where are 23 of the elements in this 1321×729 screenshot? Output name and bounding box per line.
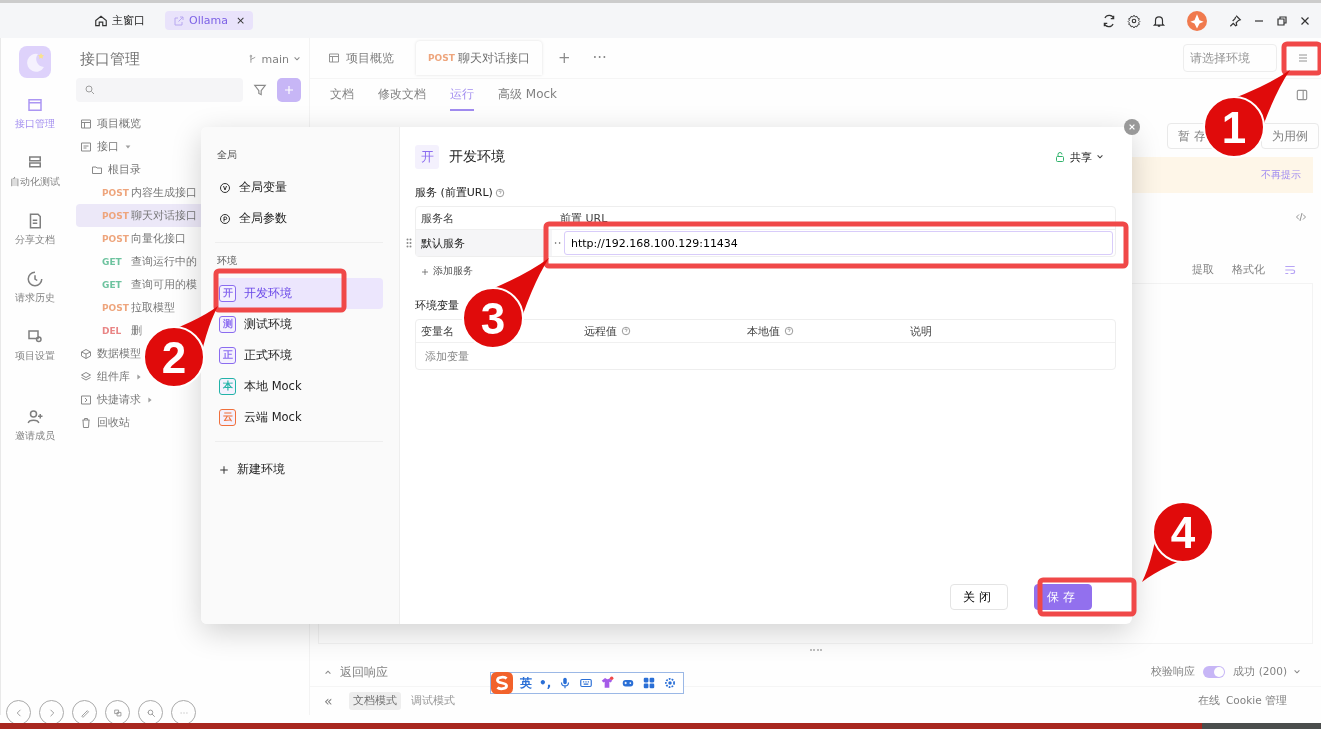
environment-badge: 正 bbox=[219, 347, 236, 364]
environment-badge: 开 bbox=[415, 145, 439, 169]
environment-name: 正式环境 bbox=[244, 348, 292, 363]
dialog-title: 开发环境 bbox=[449, 148, 505, 166]
environment-name: 测试环境 bbox=[244, 317, 292, 332]
environment-badge: 测 bbox=[219, 316, 236, 333]
column-header: 说明 bbox=[909, 323, 933, 339]
column-header: 变量名 bbox=[420, 323, 455, 339]
section-heading: 全局 bbox=[217, 149, 238, 162]
environment-name: 云端 Mock bbox=[244, 410, 302, 425]
environment-badge: 本 bbox=[219, 378, 236, 395]
environment-name: 本地 Mock bbox=[244, 379, 302, 394]
sidebar-title: 接口管理 bbox=[80, 49, 140, 69]
column-header: 本地值 bbox=[742, 323, 905, 339]
toggle-label: 校验响应 bbox=[1151, 665, 1196, 679]
section-title: 服务 (前置URL) bbox=[415, 185, 493, 200]
environment-badge: 开 bbox=[219, 285, 236, 302]
column-header: 远程值 bbox=[579, 323, 742, 339]
environment-badge: 云 bbox=[219, 409, 236, 426]
section-title: 环境变量 bbox=[415, 298, 459, 313]
section-heading: 环境 bbox=[217, 255, 238, 268]
column-header: 服务名 bbox=[420, 210, 455, 226]
environment-name: 开发环境 bbox=[244, 286, 292, 301]
